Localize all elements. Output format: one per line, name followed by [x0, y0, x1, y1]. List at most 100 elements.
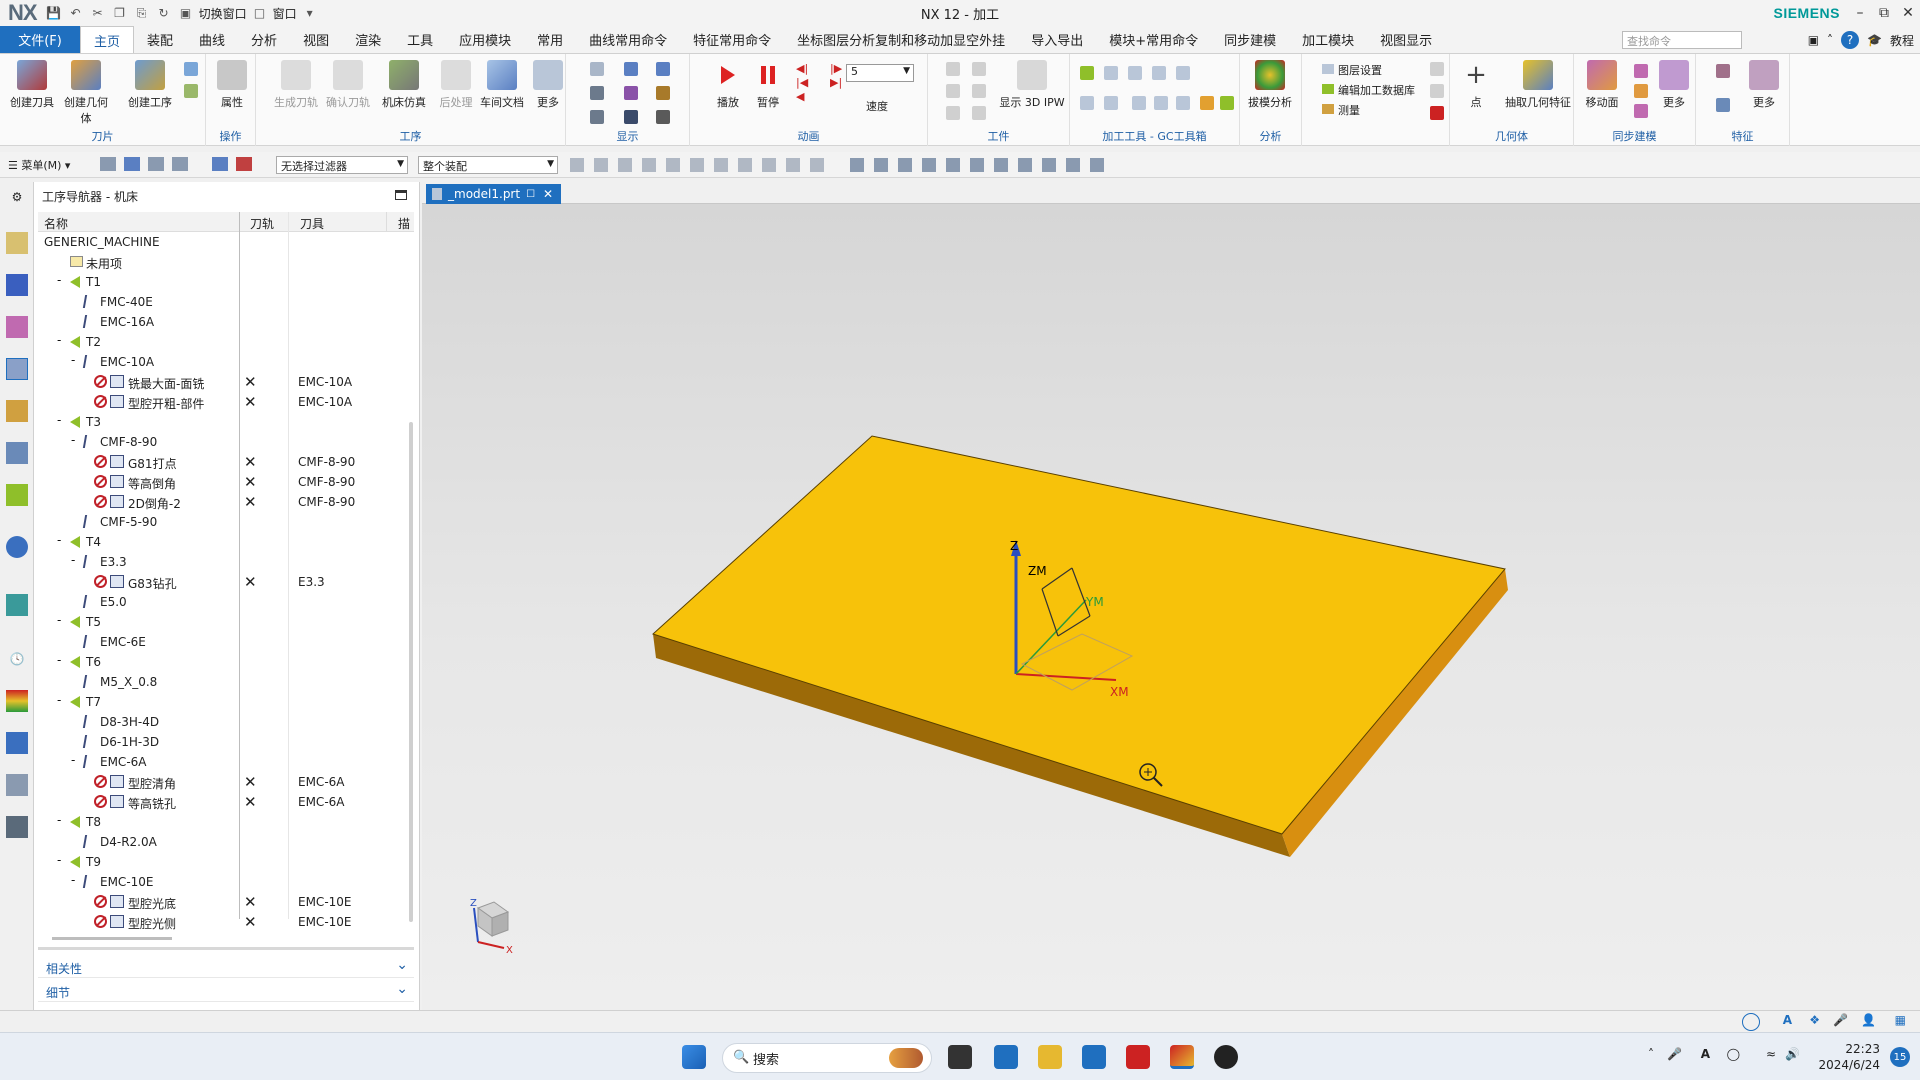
step-forward-controls[interactable]: |▶ ▶| — [830, 62, 842, 90]
machine-navigator-icon[interactable] — [6, 400, 28, 422]
type-filter-select[interactable]: 无选择过滤器 ▼ — [276, 156, 408, 174]
details-panel[interactable]: 细节 ⌄ — [38, 980, 414, 1002]
navigator-row[interactable]: - E3.3 — [38, 552, 414, 572]
geometry-view-icon[interactable] — [6, 316, 28, 338]
gc-icon-7[interactable] — [1104, 96, 1118, 110]
toolbar-icon-4[interactable] — [172, 157, 188, 171]
display-view-icon[interactable] — [624, 62, 638, 76]
collapse-toggle-icon[interactable]: - — [57, 413, 61, 427]
font-icon[interactable]: A — [1701, 1047, 1710, 1061]
full-screen-icon[interactable]: ▣ — [1808, 33, 1819, 47]
close-icon[interactable]: ✕ — [1896, 0, 1920, 26]
column-description[interactable]: 描 — [398, 215, 410, 232]
file-menu-button[interactable]: 文件(F) — [0, 26, 80, 53]
display-layer-icon[interactable] — [590, 86, 604, 100]
show-3d-ipw-button[interactable]: 显示 3D IPW — [996, 60, 1068, 110]
navigator-row[interactable]: EMC-6E — [38, 632, 414, 652]
tab-home[interactable]: 主页 — [80, 26, 135, 53]
gc-icon-3[interactable] — [1128, 66, 1142, 80]
step-controls[interactable]: ◀| |◀ ◀ — [796, 62, 808, 104]
generate-toolpath-button[interactable]: 生成刀轨 — [272, 60, 320, 110]
grid-icon[interactable]: ▦ — [1895, 1013, 1906, 1027]
web-browser-icon[interactable] — [6, 594, 28, 616]
tab-tools[interactable]: 工具 — [394, 26, 446, 53]
collapse-toggle-icon[interactable]: - — [57, 273, 61, 287]
tab-curve-common[interactable]: 曲线常用命令 — [576, 26, 680, 53]
palette-icon[interactable] — [6, 690, 28, 712]
layer-settings-button[interactable]: 图层设置 — [1322, 62, 1382, 78]
microphone-icon[interactable]: 🎤 — [1667, 1047, 1682, 1061]
user-icon[interactable]: 👤 — [1861, 1013, 1876, 1027]
snap-point-icons[interactable] — [570, 158, 830, 172]
copy-icon[interactable]: ❐ — [111, 4, 129, 22]
measure-button[interactable]: 测量 — [1322, 102, 1360, 118]
tab-import-export[interactable]: 导入导出 — [1018, 26, 1096, 53]
collapse-toggle-icon[interactable]: - — [57, 813, 61, 827]
navigator-row[interactable]: 未用项 — [38, 252, 414, 272]
navigator-row[interactable]: G81打点 ✕ CMF-8-90 — [38, 452, 414, 472]
file-explorer-icon[interactable] — [1038, 1045, 1062, 1069]
toolbar-icon-2[interactable] — [124, 157, 140, 171]
help-icon[interactable]: ? — [1841, 31, 1860, 49]
punctuation-icon[interactable]: ❖ — [1809, 1013, 1820, 1027]
roles-icon[interactable] — [6, 732, 28, 754]
workpiece-icon-5[interactable] — [972, 84, 986, 98]
display-tool-icon[interactable] — [656, 86, 670, 100]
navigator-row[interactable]: E5.0 — [38, 592, 414, 612]
maximize-icon[interactable] — [395, 190, 407, 200]
more-process-button[interactable]: 更多 — [524, 60, 572, 110]
navigator-row[interactable]: - CMF-8-90 — [38, 432, 414, 452]
create-method-icon[interactable] — [184, 62, 198, 76]
graphics-window[interactable]: Z ZM YM XM Z X — [422, 204, 1920, 1010]
tab-machining-module[interactable]: 加工模块 — [1289, 26, 1367, 53]
navigator-row[interactable]: - T4 — [38, 532, 414, 552]
navigator-row[interactable]: G83钻孔 ✕ E3.3 — [38, 572, 414, 592]
navigator-row[interactable]: - EMC-10A — [38, 352, 414, 372]
navigator-row[interactable]: - EMC-10E — [38, 872, 414, 892]
reuse-library-icon[interactable] — [6, 536, 28, 558]
confirm-toolpath-button[interactable]: 确认刀轨 — [324, 60, 372, 110]
navigator-row[interactable]: - T7 — [38, 692, 414, 712]
paste-icon[interactable]: ⎘ — [133, 4, 151, 22]
process-studio-icon[interactable] — [6, 774, 28, 796]
extract-geometry-button[interactable]: 抽取几何特征 — [1502, 60, 1574, 110]
display-toolpath-icon[interactable] — [590, 62, 604, 76]
gc-icon-2[interactable] — [1104, 66, 1118, 80]
gc-icon-12[interactable] — [1220, 96, 1234, 110]
pin-icon[interactable]: ☐ — [526, 189, 535, 200]
minimize-icon[interactable]: – — [1848, 0, 1872, 26]
navigator-row[interactable]: 2D倒角-2 ✕ CMF-8-90 — [38, 492, 414, 512]
navigator-row[interactable]: EMC-16A — [38, 312, 414, 332]
security-icon[interactable] — [1082, 1045, 1106, 1069]
microphone-icon[interactable]: 🎤 — [1833, 1013, 1848, 1027]
navigator-row[interactable]: - T5 — [38, 612, 414, 632]
collapse-toggle-icon[interactable]: - — [71, 873, 75, 887]
tutorial-icon[interactable]: 🎓 — [1867, 33, 1882, 47]
collapse-toggle-icon[interactable]: - — [57, 853, 61, 867]
collapse-toggle-icon[interactable]: - — [57, 333, 61, 347]
properties-button[interactable]: 属性 — [208, 60, 256, 110]
utility-icon-2[interactable] — [1430, 84, 1444, 98]
collapse-toggle-icon[interactable]: - — [57, 653, 61, 667]
gc-icon-4[interactable] — [1152, 66, 1166, 80]
collapse-toggle-icon[interactable]: - — [71, 553, 75, 567]
gc-icon-1[interactable] — [1080, 66, 1094, 80]
tab-applications[interactable]: 应用模块 — [446, 26, 524, 53]
create-program-icon[interactable] — [184, 84, 198, 98]
collapse-toggle-icon[interactable]: - — [57, 693, 61, 707]
cut-icon[interactable]: ✂ — [89, 4, 107, 22]
dependencies-panel[interactable]: 相关性 ⌄ — [38, 956, 414, 978]
tab-curve[interactable]: 曲线 — [186, 26, 238, 53]
tab-feature-common[interactable]: 特征常用命令 — [680, 26, 784, 53]
sync-icon-1[interactable] — [1634, 64, 1648, 78]
navigator-row[interactable]: 型腔开粗-部件 ✕ EMC-10A — [38, 392, 414, 412]
start-icon[interactable] — [682, 1045, 706, 1069]
pause-button[interactable]: 暂停 — [744, 60, 792, 110]
document-tab[interactable]: _model1.prt ☐ ✕ — [426, 184, 562, 204]
navigator-row[interactable]: 型腔光底 ✕ EMC-10E — [38, 892, 414, 912]
wifi-icon[interactable]: ≈ — [1766, 1047, 1776, 1061]
chevron-down-icon[interactable]: ▾ — [301, 4, 319, 22]
switch-window-button[interactable]: 切换窗口 — [199, 5, 247, 22]
draft-analysis-button[interactable]: 拔模分析 — [1246, 60, 1294, 110]
repeat-command-icon[interactable]: ↻ — [155, 4, 173, 22]
